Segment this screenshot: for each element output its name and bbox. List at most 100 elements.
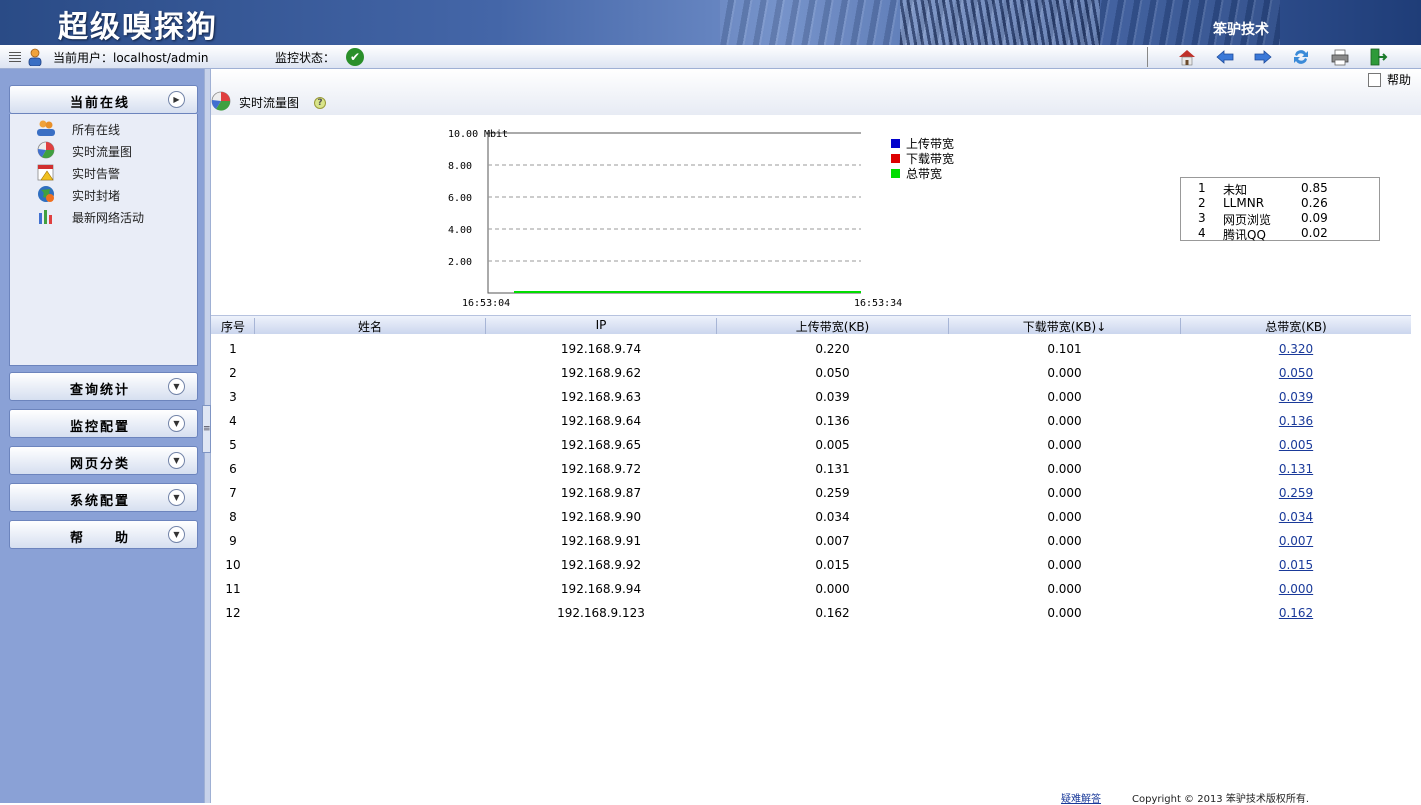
cell-down: 0.000 [1047, 390, 1082, 404]
column-header-download[interactable]: 下载带宽(KB)↓ [949, 318, 1180, 335]
cell-total[interactable]: 0.136 [1181, 414, 1411, 428]
sidebar-section-online[interactable]: 当前在线 ▶ [9, 85, 198, 114]
cell-total[interactable]: 0.034 [1181, 510, 1411, 524]
column-header-no[interactable]: 序号 [215, 318, 251, 335]
protocol-ranking-box: 1 未知 0.85 2 LLMNR 0.26 3 网页浏览 0.09 4 腾讯QQ 0.02 [1180, 177, 1381, 242]
cell-total[interactable]: 0.050 [1181, 366, 1411, 380]
chevron-down-icon: ▼ [168, 526, 185, 543]
sidebar-section-query-stats[interactable]: 查询统计 ▼ [9, 372, 198, 401]
monitor-status-label: 监控状态： [275, 51, 336, 65]
sidebar-section-label: 帮 助 [69, 531, 130, 546]
ranking-value: 0.85 [1301, 181, 1328, 195]
refresh-icon[interactable] [1291, 47, 1311, 67]
table-row: 1 192.168.9.74 0.220 0.101 0.320 [211, 336, 1411, 360]
app-title: 超级嗅探狗 [58, 10, 218, 45]
menu-lines-icon [9, 52, 21, 63]
sidebar-panel-online: 所有在线 实时流量图 实时告警 实时封堵 最新网络活动 [9, 114, 198, 366]
y-tick-label: 8.00 [448, 161, 472, 172]
y-tick-label: 4.00 [448, 225, 472, 236]
cell-total[interactable]: 0.259 [1181, 486, 1411, 500]
cell-up: 0.039 [815, 390, 850, 404]
cell-up: 0.015 [815, 558, 850, 572]
back-arrow-icon[interactable] [1215, 47, 1235, 67]
sidebar-section-monitor-config[interactable]: 监控配置 ▼ [9, 409, 198, 438]
question-help-icon[interactable]: ? [314, 97, 326, 109]
chevron-down-icon: ▼ [168, 415, 185, 432]
cell-no: 6 [229, 462, 237, 476]
table-row: 11 192.168.9.94 0.000 0.000 0.000 [211, 576, 1411, 600]
column-header-upload[interactable]: 上传带宽(KB) [717, 318, 948, 335]
sidebar-section-system-config[interactable]: 系统配置 ▼ [9, 483, 198, 512]
cell-total[interactable]: 0.039 [1181, 390, 1411, 404]
cell-ip: 192.168.9.62 [560, 366, 642, 380]
legend-label: 总带宽 [906, 167, 943, 181]
chevron-down-icon: ▼ [168, 489, 185, 506]
home-icon[interactable] [1177, 47, 1197, 67]
logout-icon[interactable] [1368, 47, 1388, 67]
table-row: 4 192.168.9.64 0.136 0.000 0.136 [211, 408, 1411, 432]
cell-no: 1 [229, 342, 237, 356]
chevron-down-icon: ▼ [168, 378, 185, 395]
table-row: 7 192.168.9.87 0.259 0.000 0.259 [211, 480, 1411, 504]
forward-arrow-icon[interactable] [1253, 47, 1273, 67]
cell-up: 0.005 [815, 438, 850, 452]
cell-up: 0.259 [815, 486, 850, 500]
cell-up: 0.220 [815, 342, 850, 356]
cell-ip: 192.168.9.87 [560, 486, 642, 500]
ranking-row: 2 LLMNR 0.26 [1181, 196, 1381, 211]
sidebar-collapse-handle[interactable]: ≡ [202, 405, 211, 453]
y-tick-label: 10.00 [448, 129, 478, 140]
ranking-value: 0.02 [1301, 226, 1328, 240]
cell-ip: 192.168.9.123 [557, 606, 645, 620]
cell-down: 0.000 [1047, 510, 1082, 524]
pie-chart-icon [211, 91, 231, 111]
sidebar-section-label: 监控配置 [69, 420, 130, 435]
y-axis-unit: Mbit [484, 129, 509, 140]
cell-down: 0.101 [1047, 342, 1082, 356]
sidebar-section-web-category[interactable]: 网页分类 ▼ [9, 446, 198, 475]
cell-no: 4 [229, 414, 237, 428]
table-row: 2 192.168.9.62 0.050 0.000 0.050 [211, 360, 1411, 384]
help-link[interactable]: 帮助 [1367, 71, 1411, 88]
cell-up: 0.131 [815, 462, 850, 476]
cell-no: 3 [229, 390, 237, 404]
ranking-rank: 4 [1198, 226, 1206, 240]
users-icon [37, 120, 55, 136]
ranking-value: 0.09 [1301, 211, 1328, 225]
column-header-total[interactable]: 总带宽(KB) [1181, 318, 1411, 335]
sidebar-section-help[interactable]: 帮 助 ▼ [9, 520, 198, 549]
cell-down: 0.000 [1047, 558, 1082, 572]
cell-total[interactable]: 0.007 [1181, 534, 1411, 548]
cell-ip: 192.168.9.63 [560, 390, 642, 404]
chevron-right-icon: ▶ [168, 91, 185, 108]
column-header-ip[interactable]: IP [486, 318, 716, 332]
pie-chart-icon [37, 141, 55, 159]
cell-no: 12 [225, 606, 241, 620]
cell-down: 0.000 [1047, 534, 1082, 548]
company-name: 笨驴技术 [1213, 22, 1269, 38]
ranking-rank: 1 [1198, 181, 1206, 195]
cell-down: 0.000 [1047, 582, 1082, 596]
cell-total[interactable]: 0.005 [1181, 438, 1411, 452]
cell-total[interactable]: 0.015 [1181, 558, 1411, 572]
cell-up: 0.034 [815, 510, 850, 524]
sidebar-section-label: 网页分类 [69, 457, 130, 472]
cell-down: 0.000 [1047, 606, 1082, 620]
sidebar-section-label: 系统配置 [69, 494, 130, 509]
cell-up: 0.007 [815, 534, 850, 548]
table-row: 9 192.168.9.91 0.007 0.000 0.007 [211, 528, 1411, 552]
x-tick-label: 16:53:04 [462, 298, 511, 309]
cell-up: 0.162 [815, 606, 850, 620]
globe-block-icon [38, 186, 54, 202]
cell-total[interactable]: 0.162 [1181, 606, 1411, 620]
column-header-name[interactable]: 姓名 [255, 318, 485, 335]
cell-up: 0.050 [815, 366, 850, 380]
print-icon[interactable] [1330, 47, 1350, 67]
cell-total[interactable]: 0.000 [1181, 582, 1411, 596]
cell-total[interactable]: 0.320 [1181, 342, 1411, 356]
cell-total[interactable]: 0.131 [1181, 462, 1411, 476]
ranking-row: 4 腾讯QQ 0.02 [1181, 226, 1381, 242]
top-toolbar: 当前用户：localhost/admin 监控状态： ✔ [0, 45, 1421, 69]
page-title: 实时流量图 [239, 96, 300, 110]
status-ok-check-icon: ✔ [346, 48, 364, 66]
